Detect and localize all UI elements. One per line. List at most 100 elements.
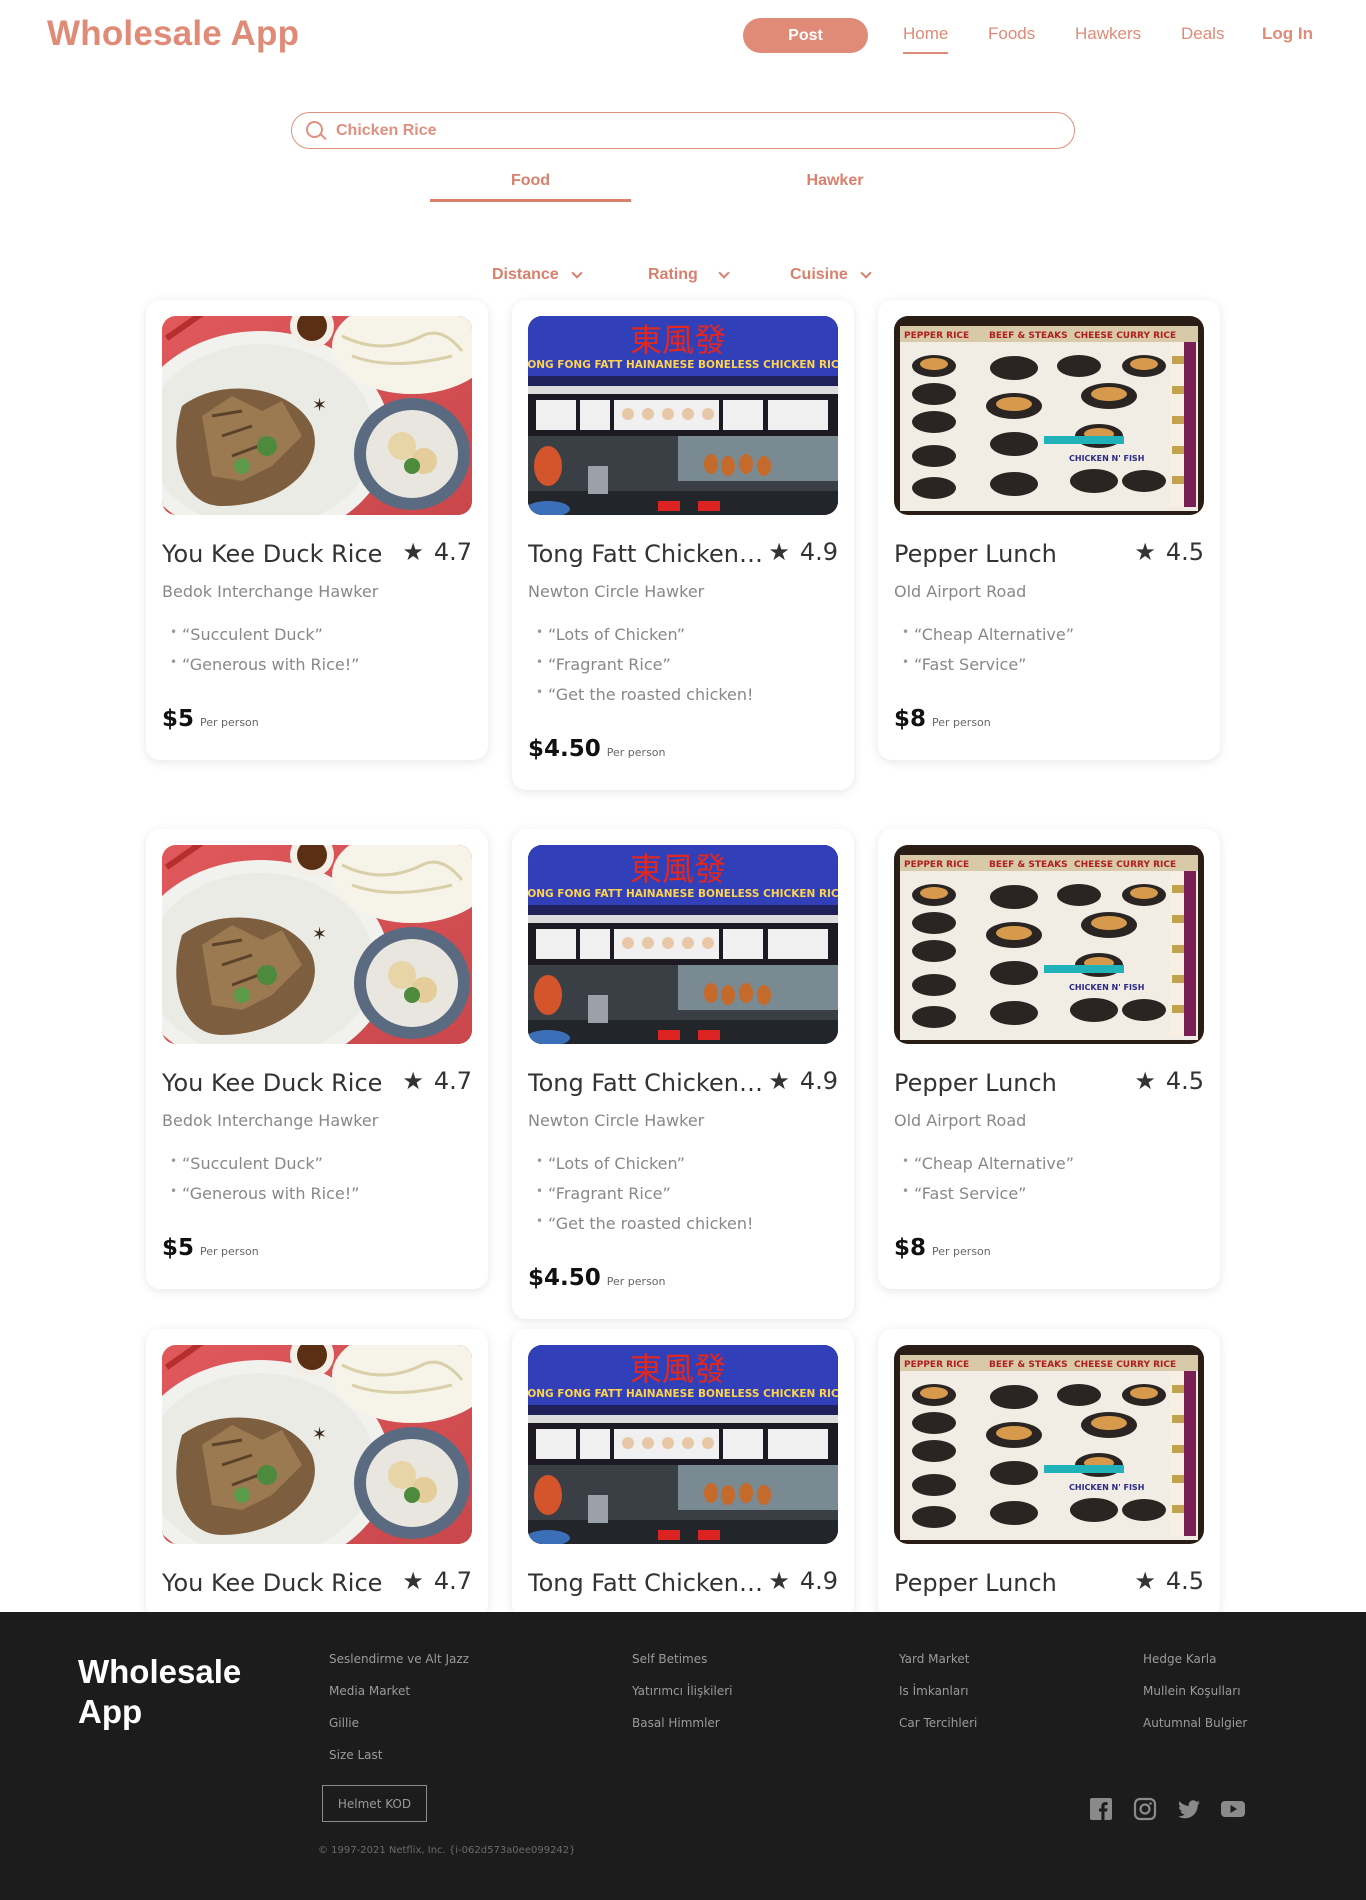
price: $8 Per person [894,706,991,732]
price-value: $8 [894,1235,927,1261]
youtube-icon[interactable] [1220,1796,1246,1822]
menu-label: BEEF & STEAKS [989,860,1068,870]
star-icon: ★ [402,1067,424,1095]
price-unit: Per person [606,746,666,759]
stall-sign-english: TONG FONG FATT HAINANESE BONELESS CHICKE… [528,359,838,371]
review-list: “Lots of Chicken” “Fragrant Rice” “Get t… [536,1154,753,1244]
food-card[interactable]: PEPPER RICE BEEF & STEAKS CHEESE CURRY R… [878,300,1220,760]
food-photo[interactable] [162,316,472,515]
food-photo[interactable]: 東風發 TONG FONG FATT HAINANESE BONELESS CH… [528,845,838,1044]
food-name[interactable]: Tong Fatt Chicken Rice [528,1569,768,1597]
footer-link[interactable]: Hedge Karla [1143,1652,1247,1666]
footer-link[interactable]: Seslendirme ve Alt Jazz [329,1652,469,1666]
nav-login[interactable]: Log In [1262,24,1313,54]
food-card[interactable]: PEPPER RICE BEEF & STEAKS CHEESE CURRY R… [878,1329,1220,1619]
filter-rating[interactable]: Rating [648,266,730,284]
food-name[interactable]: Pepper Lunch [894,540,1134,568]
price-unit: Per person [606,1275,666,1288]
footer-link[interactable]: Mullein Koşulları [1143,1684,1247,1698]
menu-label: CHEESE CURRY RICE [1074,331,1176,341]
menu-label: PEPPER RICE [904,860,969,870]
nav-deals[interactable]: Deals [1181,24,1224,54]
chevron-down-icon [718,266,730,279]
food-card[interactable]: You Kee Duck Rice ★ 4.7 Bedok Interchang… [146,300,488,760]
food-card[interactable]: 東風發 TONG FONG FATT HAINANESE BONELESS CH… [512,300,854,790]
service-code-button[interactable]: Helmet KOD [322,1785,427,1822]
footer-link[interactable]: Media Market [329,1684,469,1698]
price: $8 Per person [894,1235,991,1261]
footer-link[interactable]: Yatırımcı İlişkileri [632,1684,733,1698]
food-photo[interactable]: PEPPER RICE BEEF & STEAKS CHEESE CURRY R… [894,845,1204,1044]
footer-link[interactable]: Gillie [329,1716,469,1730]
food-name[interactable]: You Kee Duck Rice [162,1069,402,1097]
footer-link[interactable]: Car Tercihleri [899,1716,977,1730]
review-item: “Cheap Alternative” [902,1154,1074,1173]
footer-link[interactable]: Size Last [329,1748,469,1762]
footer-brand[interactable]: Wholesale App [78,1652,278,1732]
nav-foods-link[interactable]: Foods [988,24,1035,44]
food-rating: ★ 4.7 [402,1567,472,1595]
footer-link[interactable]: Autumnal Bulgier [1143,1716,1247,1730]
stall-sign-english: TONG FONG FATT HAINANESE BONELESS CHICKE… [528,1388,838,1400]
footer-link[interactable]: Is İmkanları [899,1684,977,1698]
review-item: “Succulent Duck” [170,625,359,644]
hawker-location: Old Airport Road [894,1111,1027,1130]
food-card[interactable]: You Kee Duck Rice ★ 4.7 [146,1329,488,1619]
nav-hawkers-link[interactable]: Hawkers [1075,24,1141,44]
review-item: “Fragrant Rice” [536,1184,753,1203]
instagram-icon[interactable] [1132,1796,1158,1822]
food-name[interactable]: You Kee Duck Rice [162,540,402,568]
food-card[interactable]: PEPPER RICE BEEF & STEAKS CHEESE CURRY R… [878,829,1220,1289]
food-photo[interactable]: 東風發 TONG FONG FATT HAINANESE BONELESS CH… [528,1345,838,1544]
food-photo[interactable] [162,1345,472,1544]
food-name[interactable]: Tong Fatt Chicken Rice [528,1069,768,1097]
food-photo[interactable] [162,845,472,1044]
footer-column: Seslendirme ve Alt Jazz Media Market Gil… [329,1652,469,1780]
food-photo[interactable]: PEPPER RICE BEEF & STEAKS CHEESE CURRY R… [894,1345,1204,1544]
food-name[interactable]: Tong Fatt Chicken Rice [528,540,768,568]
star-icon: ★ [402,538,424,566]
footer-link[interactable]: Self Betimes [632,1652,733,1666]
tab-food[interactable]: Food [430,172,631,202]
food-photo[interactable]: PEPPER RICE BEEF & STEAKS CHEESE CURRY R… [894,316,1204,515]
review-item: “Get the roasted chicken! [536,685,753,704]
nav-home-link[interactable]: Home [903,24,949,54]
search-input[interactable] [336,121,1036,140]
star-icon: ★ [1134,1067,1156,1095]
food-photo[interactable]: 東風發 TONG FONG FATT HAINANESE BONELESS CH… [528,316,838,515]
food-name[interactable]: Pepper Lunch [894,1069,1134,1097]
star-icon: ★ [768,1067,790,1095]
tab-hawker[interactable]: Hawker [735,172,935,202]
header: Wholesale App Post Home Foods Hawkers De… [0,0,1366,80]
footer-column: Hedge Karla Mullein Koşulları Autumnal B… [1143,1652,1247,1748]
stall-sign-english: TONG FONG FATT HAINANESE BONELESS CHICKE… [528,888,838,900]
nav-home[interactable]: Home [903,24,949,54]
nav-deals-link[interactable]: Deals [1181,24,1224,44]
filter-distance[interactable]: Distance [492,266,583,284]
food-name[interactable]: Pepper Lunch [894,1569,1134,1597]
filter-cuisine[interactable]: Cuisine [790,266,872,284]
review-item: “Fast Service” [902,1184,1074,1203]
food-card[interactable]: 東風發 TONG FONG FATT HAINANESE BONELESS CH… [512,829,854,1319]
footer-column: Self Betimes Yatırımcı İlişkileri Basal … [632,1652,733,1748]
twitter-icon[interactable] [1176,1796,1202,1822]
nav-foods[interactable]: Foods [988,24,1035,54]
food-card[interactable]: You Kee Duck Rice ★ 4.7 Bedok Interchang… [146,829,488,1289]
login-link[interactable]: Log In [1262,24,1313,44]
stall-sign-chinese: 東風發 [630,1350,726,1388]
footer-link[interactable]: Yard Market [899,1652,977,1666]
brand-logo[interactable]: Wholesale App [47,14,299,54]
price: $5 Per person [162,706,259,732]
food-name[interactable]: You Kee Duck Rice [162,1569,402,1597]
stall-sign-chinese: 東風發 [630,321,726,359]
post-button[interactable]: Post [743,18,868,53]
star-icon: ★ [1134,1567,1156,1595]
star-icon: ★ [768,1567,790,1595]
review-item: “Fast Service” [902,655,1074,674]
search-bar[interactable] [291,112,1075,149]
nav-hawkers[interactable]: Hawkers [1075,24,1141,54]
food-card[interactable]: 東風發 TONG FONG FATT HAINANESE BONELESS CH… [512,1329,854,1619]
filter-distance-label: Distance [492,266,559,283]
facebook-icon[interactable] [1088,1796,1114,1822]
footer-link[interactable]: Basal Himmler [632,1716,733,1730]
